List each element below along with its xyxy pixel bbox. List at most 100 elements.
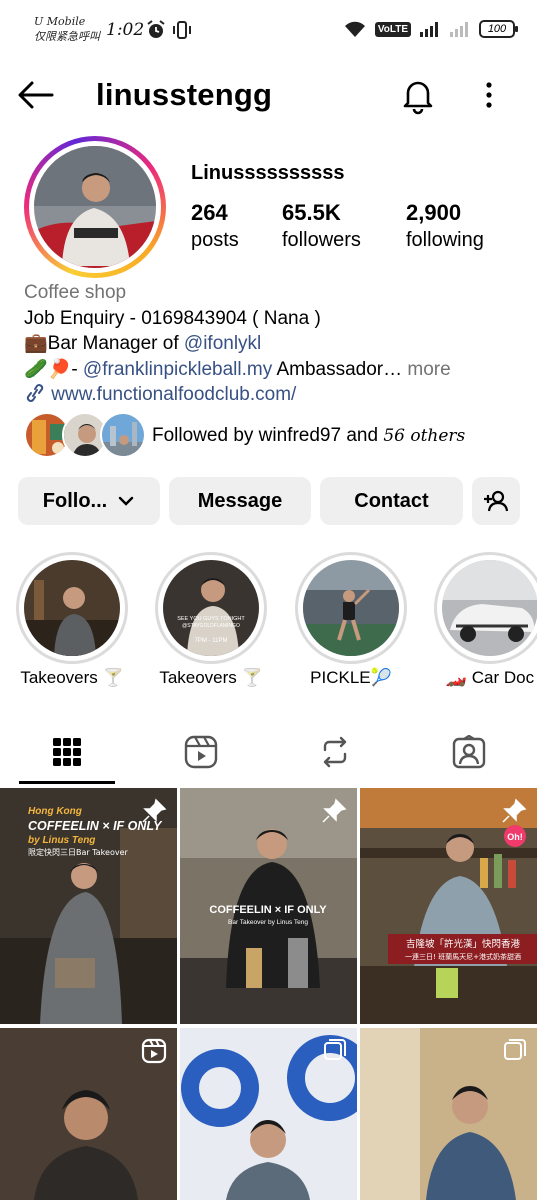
- grid-post-5[interactable]: [180, 1028, 357, 1200]
- signal-icon: [420, 22, 438, 37]
- bio-line-3-suffix: Ambassador…: [272, 358, 403, 380]
- tab-posts-grid[interactable]: [0, 718, 134, 786]
- highlight-cover-3: [303, 560, 399, 656]
- active-tab-indicator: [19, 781, 115, 784]
- tab-tagged[interactable]: [402, 718, 536, 786]
- notifications-button[interactable]: [398, 75, 438, 115]
- posts-count: 264: [191, 200, 228, 225]
- more-options-button[interactable]: [474, 75, 504, 115]
- following-button[interactable]: Follo...: [18, 477, 160, 525]
- bell-icon: [403, 81, 433, 115]
- highlight-cover-1: [24, 560, 120, 656]
- grid-post-1[interactable]: Hong Kong COFFEELIN × IF ONLY by Linus T…: [0, 788, 177, 1024]
- contact-button[interactable]: Contact: [320, 477, 463, 525]
- followed-by-prefix: Followed by winfred97 and: [152, 425, 384, 446]
- grid-post-6[interactable]: [360, 1028, 537, 1200]
- highlight-4[interactable]: 🏎️ Car Doc: [434, 552, 537, 688]
- highlight-2-text-2: @STAYGOLDFLAMINGO: [182, 623, 240, 629]
- mention-franklinpickleball[interactable]: @franklinpickleball.my: [83, 359, 272, 380]
- battery-icon: 100: [479, 20, 518, 38]
- tab-reels[interactable]: [134, 718, 268, 786]
- posts-label: posts: [191, 229, 239, 251]
- highlight-label-1: Takeovers 🍸: [20, 668, 124, 687]
- add-person-icon: [484, 490, 509, 512]
- followers-count: 65.5K: [282, 200, 341, 225]
- back-button[interactable]: [16, 77, 56, 113]
- carrier-status: 仅限紧急呼叫: [34, 30, 100, 43]
- alarm-icon: [147, 20, 165, 38]
- bio-line-2-text: 💼Bar Manager of: [24, 333, 184, 354]
- bio-line-3-prefix: 🥒🏓-: [24, 358, 83, 380]
- highlight-1[interactable]: Takeovers 🍸: [16, 552, 128, 688]
- pin-icon: [502, 798, 527, 823]
- following-count: 2,900: [406, 200, 462, 225]
- reel-icon: [141, 1038, 167, 1064]
- posts-stat[interactable]: 264 posts: [191, 200, 239, 252]
- grid-post-3[interactable]: 吉隆坡「許光漢」快閃香港 一連三日! 班蘭馬天尼+港式奶茶甜酒 Oh!: [360, 788, 537, 1024]
- status-bar: U Mobile 仅限紧急呼叫 1:02 VoLTE 100: [0, 0, 537, 60]
- reels-icon: [184, 735, 218, 769]
- followers-label: followers: [282, 229, 361, 251]
- carrier-label: U Mobile 仅限紧急呼叫: [34, 14, 100, 44]
- message-button[interactable]: Message: [169, 477, 311, 525]
- highlight-2-text-3: 7PM - 11PM: [195, 638, 228, 644]
- mention-ifonlykl[interactable]: @ifonlykl: [184, 333, 261, 354]
- tagged-icon: [452, 735, 486, 769]
- post-2-title-line-1: COFFEELIN × IF ONLY: [209, 904, 327, 916]
- page-title: linusstengg: [96, 77, 273, 112]
- followed-by-text: Followed by winfred97 and 56 others: [152, 425, 465, 447]
- pin-icon: [142, 798, 167, 823]
- contact-button-label: Contact: [354, 489, 429, 512]
- status-icons-left: [146, 20, 192, 40]
- website-link[interactable]: www.functionalfoodclub.com/: [51, 384, 296, 405]
- reposts-icon: [323, 736, 347, 768]
- profile-tabs: [0, 718, 537, 786]
- grid-post-4[interactable]: [0, 1028, 177, 1200]
- post-3-title-line-1: 吉隆坡「許光漢」快閃香港: [406, 938, 521, 950]
- vibrate-icon: [173, 21, 191, 39]
- status-icons-right: VoLTE 100: [343, 20, 518, 38]
- tab-reposts[interactable]: [268, 718, 402, 786]
- profile-avatar[interactable]: [24, 136, 166, 278]
- signal-icon-secondary: [450, 22, 468, 37]
- carrier-name: U Mobile: [34, 15, 86, 28]
- battery-level: 100: [487, 23, 507, 35]
- pin-icon: [322, 798, 347, 823]
- more-vertical-icon: [486, 82, 492, 108]
- following-label: following: [406, 229, 484, 251]
- bio-more-link[interactable]: more: [402, 359, 450, 380]
- post-3-title-line-2: 一連三日! 班蘭馬天尼+港式奶茶甜酒: [405, 952, 521, 961]
- highlight-3[interactable]: PICKLE🎾: [295, 552, 407, 688]
- grid-post-2[interactable]: COFFEELIN × IF ONLY Bar Takeover by Linu…: [180, 788, 357, 1024]
- bio-link-row[interactable]: www.functionalfoodclub.com/: [24, 382, 524, 408]
- post-1-title-line-1: Hong Kong: [28, 806, 82, 817]
- highlight-label-2: Takeovers 🍸: [159, 668, 263, 687]
- volte-badge: VoLTE: [374, 21, 411, 37]
- category-label: Coffee shop: [24, 282, 127, 303]
- highlight-label-4: 🏎️ Car Doc: [445, 668, 535, 687]
- highlight-cover-4: [442, 560, 537, 656]
- avatar-photo: [34, 146, 156, 268]
- post-1-title-line-3: by Linus Teng: [28, 835, 95, 846]
- highlight-2[interactable]: SEE YOU GUYS TONIGHT @STAYGOLDFLAMINGO 7…: [155, 552, 267, 688]
- carousel-icon: [324, 1039, 346, 1060]
- followed-by-count: 56 others: [383, 426, 466, 446]
- link-icon: [26, 384, 44, 402]
- following-button-label: Follo...: [42, 489, 108, 512]
- highlight-label-3: PICKLE🎾: [310, 668, 392, 687]
- follower-avatar-3: [100, 412, 146, 458]
- chevron-down-icon: [119, 496, 134, 506]
- profile-header: linusstengg: [0, 65, 537, 125]
- post-2-title-line-2: Bar Takeover by Linus Teng: [228, 919, 308, 926]
- post-1-title-line-4: 限定快閃三日Bar Takeover: [28, 847, 129, 857]
- wifi-icon: [344, 21, 365, 37]
- followed-by-row[interactable]: Followed by winfred97 and 56 others: [24, 412, 524, 460]
- bio-line-2: 💼Bar Manager of @ifonlykl: [24, 331, 524, 357]
- followers-stat[interactable]: 65.5K followers: [282, 200, 361, 252]
- suggest-people-button[interactable]: [472, 477, 520, 525]
- carousel-icon: [504, 1039, 526, 1060]
- post-3-sign: Oh!: [507, 832, 523, 842]
- profile-bio: Coffee shop Job Enquiry - 0169843904 ( N…: [24, 280, 524, 408]
- following-stat[interactable]: 2,900 following: [406, 200, 484, 252]
- highlight-cover-2: SEE YOU GUYS TONIGHT @STAYGOLDFLAMINGO 7…: [163, 560, 259, 656]
